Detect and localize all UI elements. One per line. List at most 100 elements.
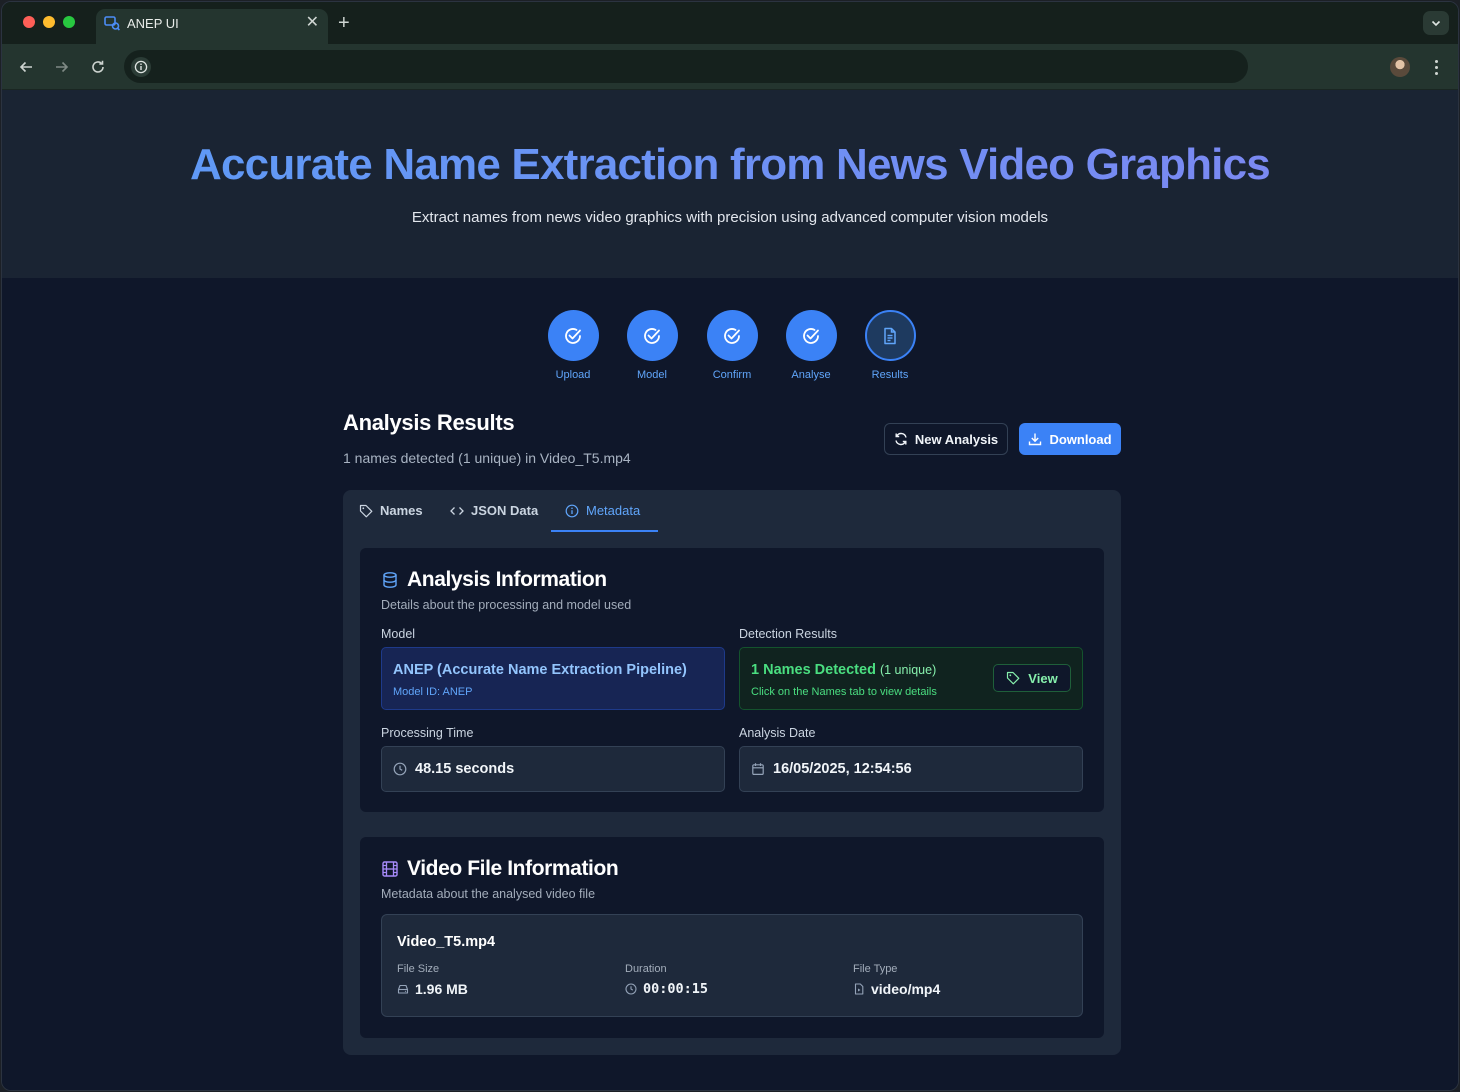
detection-unique: (1 unique) (879, 663, 937, 677)
browser-window: ANEP UI ✕ + Accurate Name Extraction fro… (1, 1, 1459, 1091)
step-label: Model (637, 369, 667, 381)
processing-time-box: 48.15 seconds (381, 746, 725, 792)
clock-icon (625, 983, 637, 995)
video-info-heading: Video File Information (381, 857, 619, 881)
reload-icon (92, 60, 104, 73)
file-size-label: File Size (397, 963, 440, 975)
close-window-button[interactable] (23, 16, 35, 28)
step-label: Confirm (712, 369, 752, 381)
step-upload[interactable]: Upload (543, 310, 603, 381)
check-circle-icon (706, 310, 758, 361)
browser-menu-icon[interactable] (1430, 57, 1442, 77)
tab-label: Names (380, 503, 423, 518)
detection-main: 1 Names Detected (751, 662, 876, 678)
detection-hint: Click on the Names tab to view details (751, 686, 937, 698)
tab-bar: ANEP UI ✕ + (2, 2, 1458, 44)
step-label: Upload (555, 369, 591, 381)
detection-results-box: 1 Names Detected (1 unique) Click on the… (739, 647, 1083, 710)
model-label: Model (381, 627, 416, 641)
forward-button[interactable] (52, 57, 72, 77)
maximize-window-button[interactable] (63, 16, 75, 28)
page-title: Accurate Name Extraction from News Video… (2, 140, 1458, 190)
tab-metadata[interactable]: Metadata (565, 503, 640, 518)
database-icon (383, 572, 397, 588)
view-names-button[interactable]: View (993, 664, 1071, 692)
chevron-down-icon (1431, 20, 1441, 27)
favicon-icon (104, 16, 120, 31)
step-results[interactable]: Results (860, 310, 920, 381)
film-icon (382, 861, 398, 877)
close-tab-icon[interactable]: ✕ (306, 13, 319, 33)
tab-label: Metadata (586, 503, 641, 518)
arrow-right-icon (56, 61, 69, 73)
download-label: Download (1049, 431, 1112, 447)
tab-title: ANEP UI (127, 16, 179, 31)
window-controls (23, 16, 75, 28)
analysis-date-box: 16/05/2025, 12:54:56 (739, 746, 1083, 792)
file-type-row: video/mp4 (853, 981, 940, 997)
arrow-left-icon (19, 61, 32, 73)
duration-field: Duration 00:00:15 (625, 963, 708, 997)
analysis-info-card: Analysis Information Details about the p… (360, 548, 1104, 812)
tab-search-button[interactable] (1423, 11, 1449, 35)
card-title: Analysis Information (407, 568, 607, 591)
check-circle-icon (547, 310, 599, 361)
step-confirm[interactable]: Confirm (702, 310, 762, 381)
file-type-value: video/mp4 (871, 981, 941, 997)
tab-json-data[interactable]: JSON Data (450, 503, 538, 518)
new-analysis-label: New Analysis (914, 431, 999, 447)
model-box: ANEP (Accurate Name Extraction Pipeline)… (381, 647, 725, 710)
tag-icon (1007, 671, 1020, 685)
minimize-window-button[interactable] (43, 16, 55, 28)
check-circle-icon (626, 310, 678, 361)
results-tabs: Names JSON Data Metadata (343, 490, 1121, 532)
duration-row: 00:00:15 (625, 981, 708, 997)
file-type-label: File Type (853, 963, 898, 975)
profile-avatar[interactable] (1390, 57, 1410, 77)
step-analyse[interactable]: Analyse (781, 310, 841, 381)
card-title: Video File Information (407, 857, 619, 880)
duration-label: Duration (625, 963, 667, 975)
analysis-date-value: 16/05/2025, 12:54:56 (773, 761, 912, 777)
hard-drive-icon (397, 984, 409, 994)
new-tab-button[interactable]: + (338, 11, 350, 35)
card-description: Details about the processing and model u… (381, 598, 632, 612)
video-file-name: Video_T5.mp4 (397, 934, 496, 950)
clock-icon (393, 762, 407, 776)
processing-time-value: 48.15 seconds (415, 761, 515, 777)
step-label: Results (871, 369, 909, 381)
analysis-info-heading: Analysis Information (381, 568, 607, 592)
reload-button[interactable] (88, 57, 108, 77)
progress-stepper: Upload Model Confirm Analyse Results (547, 310, 917, 382)
detection-label: Detection Results (739, 627, 837, 641)
hero-banner: Accurate Name Extraction from News Video… (2, 90, 1458, 278)
info-icon (565, 504, 579, 517)
card-description: Metadata about the analysed video file (381, 887, 596, 901)
processing-time-label: Processing Time (381, 726, 474, 740)
browser-tab[interactable]: ANEP UI ✕ (96, 9, 328, 44)
file-type-field: File Type video/mp4 (853, 963, 940, 997)
view-label: View (1028, 670, 1058, 686)
tab-names[interactable]: Names (359, 503, 423, 518)
page-content: Accurate Name Extraction from News Video… (2, 90, 1458, 1090)
step-label: Analyse (791, 369, 831, 381)
site-info-icon[interactable] (131, 57, 151, 77)
model-id: Model ID: ANEP (393, 686, 473, 698)
address-bar[interactable] (124, 50, 1248, 83)
step-model[interactable]: Model (622, 310, 682, 381)
file-size-value: 1.96 MB (415, 981, 468, 997)
duration-value: 00:00:15 (643, 981, 709, 997)
analysis-date-label: Analysis Date (739, 726, 816, 740)
file-size-field: File Size 1.96 MB (397, 963, 468, 997)
tab-label: JSON Data (471, 503, 539, 518)
download-button[interactable]: Download (1019, 423, 1121, 455)
results-panel: Names JSON Data Metadata Analysis Inform… (343, 490, 1121, 1055)
code-icon (450, 506, 464, 515)
download-icon (1029, 433, 1042, 446)
video-info-card: Video File Information Metadata about th… (360, 837, 1104, 1038)
model-name: ANEP (Accurate Name Extraction Pipeline) (393, 662, 687, 678)
browser-toolbar (2, 44, 1458, 90)
new-analysis-button[interactable]: New Analysis (884, 423, 1008, 455)
back-button[interactable] (16, 57, 36, 77)
file-video-icon (854, 983, 864, 995)
